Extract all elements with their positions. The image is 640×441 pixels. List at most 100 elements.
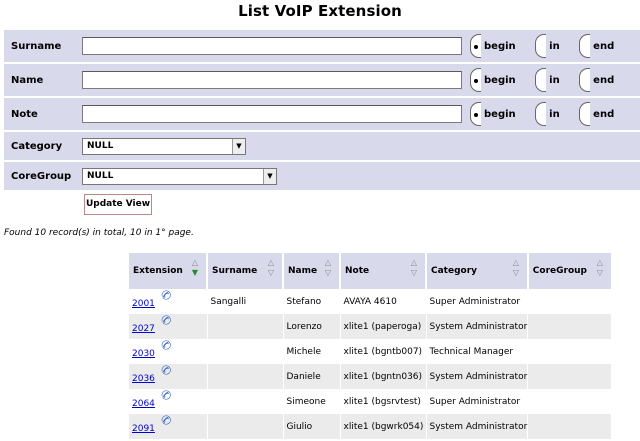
sort-arrows-icon[interactable]: △ ▽	[510, 258, 522, 278]
category-cell: System Administrator	[426, 314, 529, 339]
name-begin-radio[interactable]	[470, 68, 481, 92]
extension-cell: 2030 ✆	[129, 337, 208, 364]
column-header-coregroup[interactable]: CoreGroup △ ▽	[527, 253, 613, 289]
extension-cell: 2001 ✆	[129, 287, 208, 314]
begin-label: begin	[484, 40, 516, 52]
column-header-name[interactable]: Name △ ▽	[283, 253, 341, 289]
end-label: end	[593, 74, 615, 86]
column-header-surname[interactable]: Surname △ ▽	[207, 253, 284, 289]
column-header-label: Extension	[133, 266, 183, 276]
column-header-label: Note	[345, 266, 370, 276]
extension-cell: 2027 ✆	[129, 312, 208, 339]
records-found-text: Found 10 record(s) in total, 10 in 1° pa…	[4, 228, 194, 238]
extension-link[interactable]: 2030	[132, 349, 155, 359]
sort-arrows-icon[interactable]: △ ▽	[408, 258, 420, 278]
table-row: 2030 ✆ Michele xlite1 (bgntb007) Technica…	[129, 337, 613, 364]
page-title: List VoIP Extension	[238, 2, 402, 20]
category-cell: Super Administrator	[426, 389, 529, 414]
phone-icon[interactable]: ✆	[159, 287, 177, 305]
table-row: 2027 ✆ Lorenzo xlite1 (paperoga) System A…	[129, 312, 613, 339]
category-cell: System Administrator	[426, 364, 529, 389]
note-input[interactable]	[82, 105, 462, 123]
table-row: 2036 ✆ Daniele xlite1 (bgntn036) System A…	[129, 362, 613, 389]
begin-label: begin	[484, 108, 516, 120]
extension-cell: 2036 ✆	[129, 362, 208, 389]
name-cell: Giulio	[283, 414, 341, 439]
column-header-extension[interactable]: Extension △ ▼	[129, 253, 208, 289]
table-row: 2064 ✆ Simeone xlite1 (bgsrvtest) Super A…	[129, 387, 613, 414]
extension-cell: 2091 ✆	[129, 412, 208, 439]
column-header-label: Category	[431, 266, 478, 276]
column-header-label: CoreGroup	[532, 266, 587, 276]
column-header-category[interactable]: Category △ ▽	[426, 253, 529, 289]
coregroup-cell	[527, 339, 613, 364]
sort-arrows-icon[interactable]: △ ▽	[265, 258, 277, 278]
name-cell: Michele	[283, 339, 341, 364]
extension-link[interactable]: 2027	[132, 324, 155, 334]
name-in-radio[interactable]	[535, 68, 547, 92]
sort-arrows-icon[interactable]: △ ▼	[189, 258, 201, 278]
name-match-options: begin in end	[462, 64, 640, 96]
note-cell: AVAYA 4610	[340, 289, 427, 314]
coregroup-cell	[527, 389, 613, 414]
coregroup-cell	[527, 364, 613, 389]
note-begin-radio[interactable]	[470, 102, 481, 126]
phone-icon[interactable]: ✆	[159, 387, 177, 405]
in-label: in	[549, 40, 560, 52]
phone-icon[interactable]: ✆	[159, 412, 177, 430]
extension-link[interactable]: 2036	[132, 374, 155, 384]
in-label: in	[549, 74, 560, 86]
extension-link[interactable]: 2064	[132, 399, 155, 409]
end-label: end	[593, 40, 615, 52]
note-cell: xlite1 (paperoga)	[340, 314, 427, 339]
note-match-options: begin in end	[462, 98, 640, 130]
surname-in-radio[interactable]	[535, 34, 547, 58]
chevron-down-icon: ▼	[232, 138, 245, 154]
phone-icon[interactable]: ✆	[159, 337, 177, 355]
category-select[interactable]: NULL ▼	[82, 137, 246, 155]
surname-input[interactable]	[82, 37, 462, 55]
note-end-radio[interactable]	[579, 102, 591, 126]
extension-link[interactable]: 2091	[132, 424, 155, 434]
in-label: in	[549, 108, 560, 120]
update-view-button[interactable]: Update View	[84, 194, 152, 215]
surname-begin-radio[interactable]	[470, 34, 481, 58]
name-end-radio[interactable]	[579, 68, 591, 92]
table-row: 2091 ✆ Giulio xlite1 (bgwrk054) System Ad…	[129, 412, 613, 439]
category-cell: Technical Manager	[426, 339, 529, 364]
surname-end-radio[interactable]	[579, 34, 591, 58]
note-cell: xlite1 (bgntn036)	[340, 364, 427, 389]
note-cell: xlite1 (bgwrk054)	[340, 414, 427, 439]
filter-row-name: Name begin in end	[4, 64, 640, 96]
sort-arrows-icon[interactable]: △ ▽	[322, 258, 334, 278]
category-cell: System Administrator	[426, 414, 529, 439]
coregroup-label: CoreGroup	[4, 162, 78, 190]
surname-cell: Sangalli	[207, 289, 284, 314]
surname-label: Surname	[4, 30, 78, 62]
phone-icon[interactable]: ✆	[159, 362, 177, 380]
extension-link[interactable]: 2001	[132, 299, 155, 309]
table-header-row: Extension △ ▼ Surname △ ▽ Name △ ▽ Note △ ▽ …	[129, 253, 613, 289]
table-row: 2001 ✆ Sangalli Stefano AVAYA 4610 Super …	[129, 287, 613, 314]
column-header-label: Name	[288, 266, 318, 276]
name-input[interactable]	[82, 71, 462, 89]
filter-row-coregroup: CoreGroup NULL ▼	[4, 162, 640, 190]
name-cell: Simeone	[283, 389, 341, 414]
sort-arrows-icon[interactable]: △ ▽	[594, 258, 606, 278]
phone-icon[interactable]: ✆	[159, 312, 177, 330]
surname-match-options: begin in end	[462, 30, 640, 62]
note-in-radio[interactable]	[535, 102, 547, 126]
category-cell: Super Administrator	[426, 289, 529, 314]
category-label: Category	[4, 132, 78, 160]
note-cell: xlite1 (bgntb007)	[340, 339, 427, 364]
surname-cell	[207, 414, 284, 439]
filter-form: Surname begin in end Name begin in end N…	[4, 28, 640, 192]
coregroup-select[interactable]: NULL ▼	[82, 167, 277, 185]
results-table: Extension △ ▼ Surname △ ▽ Name △ ▽ Note △ ▽ …	[129, 253, 613, 439]
coregroup-cell	[527, 414, 613, 439]
column-header-note[interactable]: Note △ ▽	[340, 253, 427, 289]
name-cell: Daniele	[283, 364, 341, 389]
name-cell: Lorenzo	[283, 314, 341, 339]
extension-cell: 2064 ✆	[129, 387, 208, 414]
end-label: end	[593, 108, 615, 120]
